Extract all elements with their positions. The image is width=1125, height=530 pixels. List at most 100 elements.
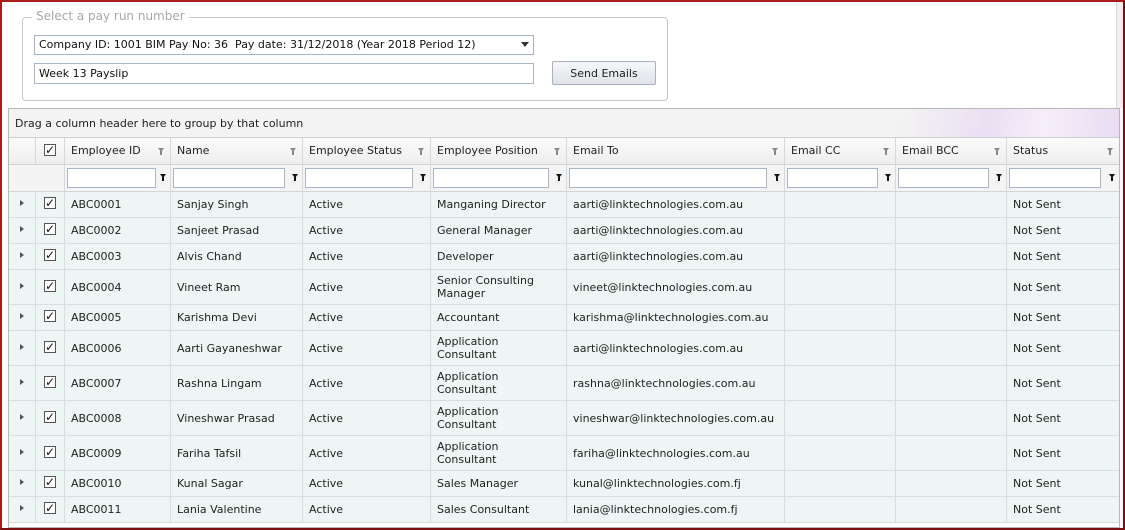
table-row[interactable]: ✓ ABC0008 Vineshwar Prasad Active Applicatio… — [9, 401, 1119, 436]
row-checkbox[interactable]: ✓ — [44, 340, 56, 353]
cell-employee-id: ABC0002 — [65, 218, 171, 243]
cell-status-text: Not Sent — [1013, 198, 1061, 211]
filter-icon[interactable] — [554, 148, 560, 155]
table-row[interactable]: ✓ ABC0010 Kunal Sagar Active Sales Manager ku… — [9, 471, 1119, 497]
filter-input-employee-id[interactable] — [67, 168, 156, 188]
filter-icon[interactable] — [772, 148, 778, 155]
column-header-status[interactable]: Status — [1007, 138, 1119, 164]
filter-icon[interactable] — [883, 148, 889, 155]
filter-menu-icon[interactable] — [420, 174, 426, 181]
table-row[interactable]: ✓ ABC0001 Sanjay Singh Active Manganing Dire… — [9, 192, 1119, 218]
filter-menu-icon[interactable] — [556, 174, 562, 181]
column-header-employee-status[interactable]: Employee Status — [303, 138, 431, 164]
filter-icon[interactable] — [418, 148, 424, 155]
table-row[interactable]: ✓ ABC0005 Karishma Devi Active Accountant kar… — [9, 305, 1119, 331]
expand-row-icon[interactable] — [20, 448, 24, 455]
cell-status: Not Sent — [1007, 366, 1119, 400]
row-checkbox[interactable]: ✓ — [44, 502, 56, 514]
filter-input-email-cc[interactable] — [787, 168, 878, 188]
cell-employee-status-text: Active — [309, 224, 344, 237]
select-all-checkbox[interactable]: ✓ — [44, 144, 56, 156]
row-checkbox[interactable]: ✓ — [44, 310, 56, 322]
cell-email-to-text: kunal@linktechnologies.com.fj — [573, 477, 741, 490]
row-checkbox[interactable]: ✓ — [44, 249, 56, 261]
column-header-email-cc[interactable]: Email CC — [785, 138, 896, 164]
cell-email-to: aarti@linktechnologies.com.au — [567, 331, 785, 365]
filter-icon[interactable] — [158, 148, 164, 155]
table-row[interactable]: ✓ ABC0009 Fariha Tafsil Active Application C… — [9, 436, 1119, 471]
row-checkbox[interactable]: ✓ — [44, 223, 56, 235]
row-select-cell: ✓ — [36, 497, 65, 522]
column-header-employee-position[interactable]: Employee Position — [431, 138, 567, 164]
expand-row-icon[interactable] — [20, 378, 24, 385]
cell-employee-position: Developer — [431, 244, 567, 269]
filter-input-employee-position[interactable] — [433, 168, 549, 188]
filter-input-email-bcc[interactable] — [898, 168, 989, 188]
group-by-panel[interactable]: Drag a column header here to group by th… — [9, 109, 1119, 138]
row-checkbox[interactable]: ✓ — [44, 375, 56, 388]
expand-row-icon[interactable] — [20, 252, 24, 258]
cell-email-to: fariha@linktechnologies.com.au — [567, 436, 785, 470]
expand-row-icon[interactable] — [20, 313, 24, 319]
cell-name: Kunal Sagar — [171, 471, 303, 496]
cell-email-bcc — [896, 244, 1007, 269]
row-checkbox[interactable]: ✓ — [44, 279, 56, 292]
filter-icon[interactable] — [994, 148, 1000, 155]
cell-email-bcc — [896, 331, 1007, 365]
filter-menu-icon[interactable] — [996, 174, 1002, 181]
dropdown-arrow-icon[interactable] — [521, 42, 529, 47]
column-header-email-bcc[interactable]: Email BCC — [896, 138, 1007, 164]
cell-name-text: Kunal Sagar — [177, 477, 243, 490]
row-checkbox[interactable]: ✓ — [44, 410, 56, 423]
expand-row-icon[interactable] — [20, 505, 24, 511]
cell-employee-status: Active — [303, 305, 431, 330]
window-edge-strip — [1116, 2, 1123, 108]
expand-row-icon[interactable] — [20, 479, 24, 485]
expand-row-icon[interactable] — [20, 200, 24, 206]
cell-employee-id-text: ABC0008 — [71, 411, 122, 425]
expand-row-icon[interactable] — [20, 413, 24, 420]
send-emails-button[interactable]: Send Emails — [552, 61, 656, 85]
cell-employee-position-text: Accountant — [437, 311, 500, 324]
filter-input-email-to[interactable] — [569, 168, 767, 188]
expand-row-icon[interactable] — [20, 343, 24, 350]
group-by-hint: Drag a column header here to group by th… — [15, 117, 304, 130]
cell-name-text: Vineshwar Prasad — [177, 411, 275, 425]
cell-email-to: rashna@linktechnologies.com.au — [567, 366, 785, 400]
row-checkbox[interactable]: ✓ — [44, 476, 56, 488]
payrun-select-value: Company ID: 1001 BIM Pay No: 36 Pay date… — [39, 38, 476, 51]
table-row[interactable]: ✓ ABC0006 Aarti Gayaneshwar Active Applicati… — [9, 331, 1119, 366]
expand-row-icon[interactable] — [20, 226, 24, 232]
filter-input-name[interactable] — [173, 168, 285, 188]
filter-icon[interactable] — [290, 148, 296, 155]
cell-employee-id-text: ABC0007 — [71, 376, 122, 390]
filter-menu-icon[interactable] — [774, 174, 780, 181]
column-header-employee-id[interactable]: Employee ID — [65, 138, 171, 164]
payrun-select[interactable]: Company ID: 1001 BIM Pay No: 36 Pay date… — [34, 35, 534, 55]
filter-input-status[interactable] — [1009, 168, 1101, 188]
filter-menu-icon[interactable] — [1109, 174, 1115, 181]
table-row[interactable]: ✓ ABC0011 Lania Valentine Active Sales Consu… — [9, 497, 1119, 523]
column-header-email-to[interactable]: Email To — [567, 138, 785, 164]
column-header-label: Employee Status — [309, 144, 403, 157]
table-row[interactable]: ✓ ABC0007 Rashna Lingam Active Application C… — [9, 366, 1119, 401]
cell-email-bcc — [896, 497, 1007, 522]
cell-employee-id-text: ABC0002 — [71, 224, 122, 237]
email-subject-input[interactable] — [34, 63, 534, 84]
cell-email-cc — [785, 401, 896, 435]
table-row[interactable]: ✓ ABC0004 Vineet Ram Active Senior Consultin… — [9, 270, 1119, 305]
row-select-cell: ✓ — [36, 436, 65, 470]
filter-menu-icon[interactable] — [885, 174, 891, 181]
filter-menu-icon[interactable] — [160, 174, 166, 181]
row-checkbox[interactable]: ✓ — [44, 445, 56, 458]
expand-row-icon[interactable] — [20, 282, 24, 289]
row-checkbox[interactable]: ✓ — [44, 197, 56, 209]
filter-input-employee-status[interactable] — [305, 168, 413, 188]
cell-employee-status: Active — [303, 497, 431, 522]
filter-menu-icon[interactable] — [292, 174, 298, 181]
table-row[interactable]: ✓ ABC0002 Sanjeet Prasad Active General Mana… — [9, 218, 1119, 244]
header-select-all-cell[interactable]: ✓ — [36, 138, 65, 164]
column-header-name[interactable]: Name — [171, 138, 303, 164]
table-row[interactable]: ✓ ABC0003 Alvis Chand Active Developer aarti@… — [9, 244, 1119, 270]
filter-icon[interactable] — [1107, 148, 1113, 155]
